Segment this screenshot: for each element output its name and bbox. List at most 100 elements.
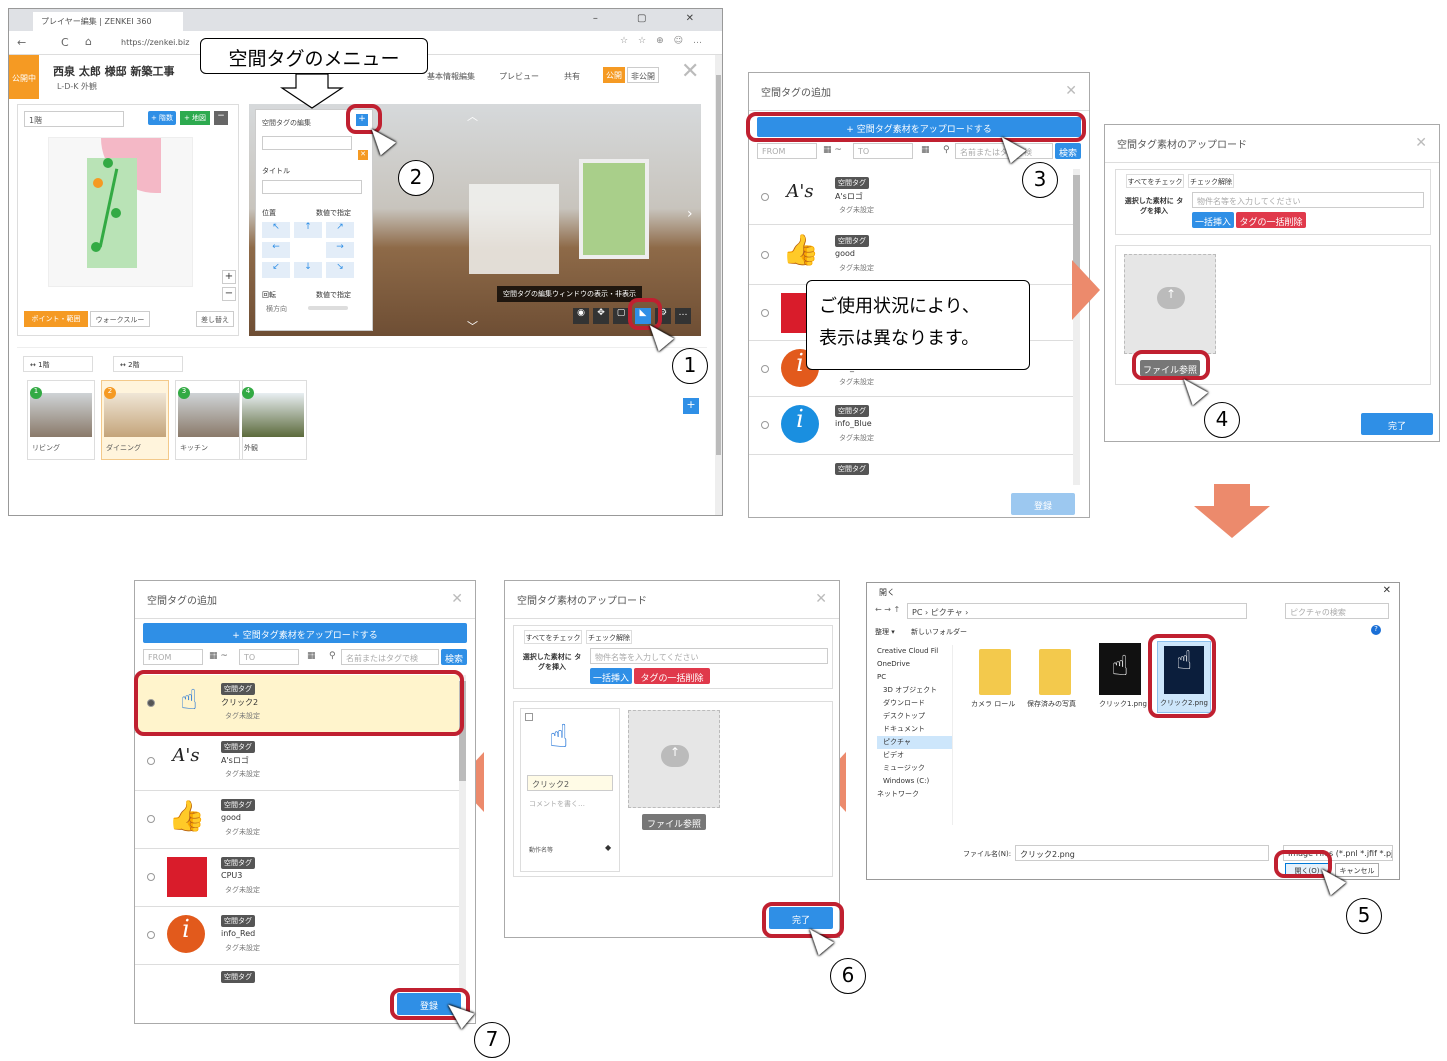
batch-delete-button[interactable]: タグの一括削除	[634, 668, 710, 684]
cancel-button[interactable]: キャンセル	[1335, 863, 1379, 877]
add-floor-button[interactable]: + 階数	[148, 111, 176, 125]
folder-search-input[interactable]: ピクチャの検索	[1285, 603, 1389, 619]
drop-zone[interactable]: ↑	[1124, 254, 1216, 354]
tree-item[interactable]: Creative Cloud Fil	[877, 645, 952, 658]
point-marker-1[interactable]	[103, 158, 113, 168]
item-checkbox[interactable]	[525, 713, 533, 721]
floor-tab-2[interactable]: ↔ 2階	[113, 356, 183, 372]
tree-item[interactable]: Windows (C:)	[877, 775, 952, 788]
check-all-button[interactable]: すべてをチェック	[1126, 174, 1184, 188]
list-item[interactable]: 👍 空間タグ good タグ未設定	[135, 791, 459, 849]
calendar-icon[interactable]: ▦ ~	[823, 145, 842, 155]
file-browse-button[interactable]: ファイル参照	[642, 814, 706, 830]
from-date-input[interactable]: FROM	[757, 143, 817, 159]
tree-item[interactable]: PC	[877, 671, 952, 684]
floor-tab-1[interactable]: ↔ 1階	[23, 356, 93, 372]
comment-input[interactable]: コメントを書く…	[529, 799, 585, 809]
scene-card-4[interactable]: 4 外観	[239, 380, 307, 460]
close-icon[interactable]: ✕	[451, 591, 463, 607]
scene-card-3[interactable]: 3 キッチン	[175, 380, 243, 460]
close-icon[interactable]: ✕	[1415, 135, 1427, 151]
list-item[interactable]: i 空間タグ info_Red タグ未設定	[135, 907, 459, 965]
position-pad[interactable]: ↖ ↑ ↗ ← → ↙ ↓ ↘	[262, 222, 362, 278]
tag-select[interactable]	[262, 136, 352, 150]
uncheck-button[interactable]: チェック解除	[586, 630, 632, 644]
close-icon[interactable]: ✕	[815, 591, 827, 607]
calendar-icon[interactable]: ▦	[307, 651, 316, 661]
from-date-input[interactable]: FROM	[143, 649, 203, 665]
window-controls[interactable]: – ▢ ✕	[593, 13, 712, 24]
more-icon[interactable]: …	[675, 308, 691, 324]
folder-icon[interactable]	[979, 649, 1011, 695]
comment-icon[interactable]: ▢	[613, 308, 629, 324]
tree-item[interactable]: ピクチャ	[877, 736, 952, 749]
camera-icon[interactable]: ◉	[573, 308, 589, 324]
mode-point-button[interactable]: ポイント・範囲	[24, 311, 88, 327]
point-marker-2[interactable]	[93, 178, 103, 188]
filename-input[interactable]: クリック2.png	[1015, 845, 1269, 861]
mode-walkthrough-button[interactable]: ウォークスルー	[90, 311, 150, 327]
calendar-icon[interactable]: ▦	[921, 145, 930, 155]
close-icon[interactable]: ✕	[681, 59, 699, 84]
scene-label[interactable]: キッチン	[180, 443, 208, 453]
tree-item[interactable]: ドキュメント	[877, 723, 952, 736]
floor-plan-map[interactable]	[48, 137, 193, 287]
batch-delete-button[interactable]: タグの一括削除	[1236, 212, 1306, 228]
tree-item[interactable]: ネットワーク	[877, 788, 952, 801]
batch-insert-button[interactable]: 一括挿入	[1192, 212, 1234, 228]
rotation-numeric-label[interactable]: 数値で指定	[316, 290, 351, 300]
zoom-out-button[interactable]: −	[222, 287, 236, 301]
scene-label[interactable]: 外観	[244, 443, 258, 453]
scroll-up-icon[interactable]: ︿	[467, 108, 478, 124]
tree-item[interactable]: デスクトップ	[877, 710, 952, 723]
position-numeric-label[interactable]: 数値で指定	[316, 208, 351, 218]
folder-icon[interactable]	[1039, 649, 1071, 695]
batch-insert-button[interactable]: 一括挿入	[590, 668, 632, 684]
to-date-input[interactable]: TO	[853, 143, 913, 159]
nav-basic-info[interactable]: 基本情報編集	[427, 71, 475, 82]
close-icon[interactable]: ✕	[1383, 585, 1391, 596]
add-map-button[interactable]: + 地図	[180, 111, 210, 125]
search-button[interactable]: 検索	[1055, 143, 1081, 159]
new-folder-button[interactable]: 新しいフォルダー	[911, 627, 967, 637]
hand-click-icon[interactable]: ☝	[1099, 643, 1141, 695]
add-scene-button[interactable]: +	[683, 398, 699, 414]
tag-name-input[interactable]: 物件名等を入力してください	[1192, 192, 1424, 208]
tree-item[interactable]: ビデオ	[877, 749, 952, 762]
drop-zone[interactable]: ↑	[628, 710, 720, 808]
list-item[interactable]: 空間タグ	[749, 455, 1073, 485]
scene-label[interactable]: ダイニング	[106, 443, 141, 453]
tag-icon[interactable]: ◆	[605, 843, 611, 852]
nav-back-icon[interactable]: ←	[17, 36, 26, 49]
scene-card-1[interactable]: 1 リビング	[27, 380, 95, 460]
delete-tag-icon[interactable]: ✕	[358, 150, 368, 160]
search-button[interactable]: 検索	[441, 649, 467, 665]
home-icon[interactable]: ⌂	[85, 35, 92, 48]
window-scrollbar[interactable]	[715, 55, 722, 515]
calendar-icon[interactable]: ▦ ~	[209, 651, 228, 661]
publish-button[interactable]: 公開	[603, 67, 625, 83]
path-bar[interactable]: PC › ピクチャ ›	[907, 603, 1247, 619]
nav-preview[interactable]: プレビュー	[499, 71, 539, 82]
tag-name-input[interactable]: 物件名等を入力してください	[590, 648, 828, 664]
register-button[interactable]: 登録	[1011, 493, 1075, 515]
to-date-input[interactable]: TO	[239, 649, 299, 665]
check-all-button[interactable]: すべてをチェック	[524, 630, 582, 644]
tree-item[interactable]: OneDrive	[877, 658, 952, 671]
scroll-down-icon[interactable]: ﹀	[467, 318, 478, 334]
unpublish-button[interactable]: 非公開	[627, 67, 659, 83]
list-item[interactable]: 空間タグ CPU3 タグ未設定	[135, 849, 459, 907]
horizontal-slider[interactable]	[308, 306, 348, 310]
swap-button[interactable]: 差し替え	[196, 311, 234, 327]
floor-select[interactable]: 1階	[24, 111, 124, 127]
list-item[interactable]: i 空間タグ info_Blue タグ未設定	[749, 397, 1073, 455]
upload-tag-material-button[interactable]: + 空間タグ素材をアップロードする	[143, 623, 467, 643]
reload-icon[interactable]: C	[61, 36, 69, 49]
done-button[interactable]: 完了	[1361, 413, 1433, 435]
tree-item[interactable]: ダウンロード	[877, 697, 952, 710]
help-icon[interactable]: ?	[1371, 625, 1381, 635]
scene-label[interactable]: リビング	[32, 443, 60, 453]
url-text[interactable]: https://zenkei.biz	[121, 38, 189, 47]
search-input[interactable]: 名前またはタグで検	[341, 649, 439, 665]
move-icon[interactable]: ✥	[593, 308, 609, 324]
